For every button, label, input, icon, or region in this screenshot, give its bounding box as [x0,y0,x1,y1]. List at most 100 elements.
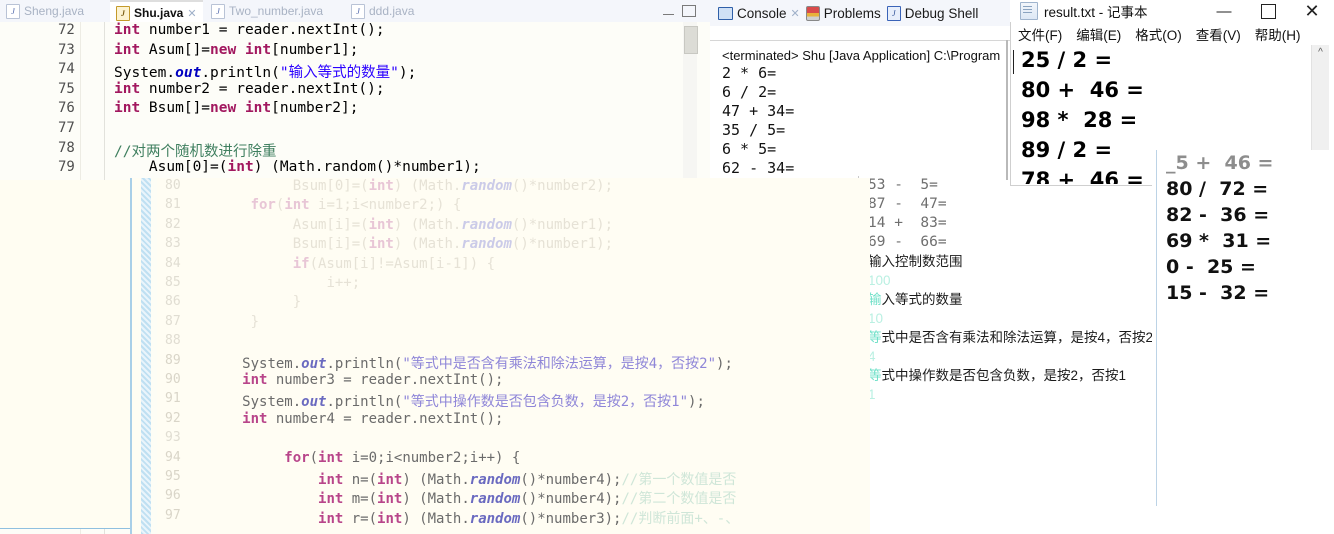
faded-code-line: 81 for(int i=1;i<number2;) { [0,197,740,217]
notepad-document-icon [1020,2,1038,20]
code-line[interactable]: 77 [0,120,710,140]
menu-file[interactable]: 文件(F) [1018,24,1062,44]
line-number: 75 [58,80,75,97]
window-controls[interactable] [663,3,707,19]
faded-line-number: 82 [165,216,181,232]
faded-code-text: System.out.println("等式中是否含有乘法和除法运算，是按4，否… [200,353,733,373]
code-text: int Asum[]=new int[number1]; [114,42,358,58]
faded-code-token: i=1;i<number2;) { [309,197,462,214]
ghost-console-equation: 69 - 66= [868,234,947,250]
faded-code-line: 82 Asum[i]=(int) (Math.random()*number1)… [0,217,740,237]
editor-scrollbar-thumb[interactable] [684,26,698,54]
faded-code-token: int [318,449,344,466]
code-token: new int [210,41,272,58]
faded-code-token: } [250,313,260,330]
faded-line-number: 90 [165,372,181,387]
ghost-prompt-range: 输入控制数范围 [868,254,963,269]
ghost-console-equation: 87 - 47= [868,196,947,212]
console-output[interactable]: 2 * 6= 6 / 2= 47 + 34= 35 / 5= 6 * 5= 62 - 34… [722,64,1012,178]
editor-tab-two_number-java[interactable]: J Two_number.java [205,0,329,22]
editor-tab-sheng-java[interactable]: J Sheng.java [0,0,90,22]
faded-code-token: ) (Math. [393,236,462,253]
ghost-value-count: 10 [868,311,884,326]
faded-code-text: Bsum[0]=(int) (Math.random()*number2); [200,178,613,194]
console-output-line: 2 * 6= [722,64,777,82]
scroll-up-arrow-icon[interactable]: ^ [1312,45,1329,61]
faded-code-token: int [242,410,268,427]
menu-help[interactable]: 帮助(H) [1255,24,1301,44]
debug-shell-icon: J [886,5,901,21]
faded-code-token: ()*number4); [520,491,622,508]
faded-code-token: i=0;i<number2;i++) { [343,449,521,466]
close-icon[interactable]: ✕ [791,7,800,20]
tab-debug-shell[interactable]: J Debug Shell [886,5,978,21]
faded-line-number: 97 [165,507,181,523]
notepad-title: result.txt - 记事本 [1044,5,1148,20]
faded-code-line: 94 for(int i=0;i<number2;i++) { [0,450,740,470]
ghost-prompt-muldiv: 等式中是否含有乘法和除法运算，是按4，否按2 [868,328,1168,347]
code-token: //对两个随机数进行除重 [114,143,277,160]
line-number: 73 [58,41,75,58]
notepad-title-bar[interactable]: result.txt - 记事本 — ✕ [1010,0,1334,22]
tab-console[interactable]: Console ✕ [718,6,800,21]
faded-code-token: random [461,216,512,233]
code-token: int [114,80,149,97]
code-line[interactable]: 76 int Bsum[]=new int[number2]; [0,100,710,120]
faded-code-line: 85 i++; [0,275,740,295]
code-line[interactable]: 74 System.out.println("输入等式的数量"); [0,61,710,81]
code-line[interactable]: 75 int number2 = reader.nextInt(); [0,81,710,101]
faded-code-text: if(Asum[i]!=Asum[i-1]) { [200,256,495,272]
code-token: number1 = reader.nextInt(); [148,22,385,38]
code-text: System.out.println("输入等式的数量"); [114,61,416,82]
minimize-button[interactable] [663,8,674,15]
editor-tab-bar: J Sheng.java J Shu.java ✕ J Two_number.java Jdd… [0,0,710,22]
faded-line-number: 92 [165,410,181,426]
faded-code-token: int [284,197,310,214]
faded-code-token: .println( [326,355,403,372]
code-token: out [175,65,202,82]
editor-tab-ddd-java[interactable]: Jddd.java [345,0,420,22]
faded-code-token: ()*number3); [520,510,622,527]
faded-code-text: int r=(int) (Math.random()*number3);//判断… [200,508,739,528]
code-line[interactable]: 79 Asum[0]=(int) (Math.random()*number1)… [0,159,710,179]
faded-code-token: random [469,510,521,527]
faded-code-text: } [200,314,259,330]
code-token: int [227,159,254,176]
code-line[interactable]: 78 //对两个随机数进行除重 [0,140,710,160]
faded-code-line: 92 int number4 = reader.nextInt(); [0,411,740,431]
faded-code-token: Bsum[i]=( [292,236,369,253]
faded-code-line: 80 Bsum[0]=(int) (Math.random()*number2)… [0,178,740,198]
faded-line-number: 91 [165,391,181,407]
java-file-icon: J [211,3,225,19]
console-output-line: 35 / 5= [722,121,786,139]
faded-code-token: int [368,216,394,233]
menu-format[interactable]: 格式(O) [1135,24,1182,44]
faded-code-token: ( [309,449,319,466]
faded-code-line: 86 } [0,294,740,314]
maximize-button[interactable] [682,5,696,17]
code-line[interactable]: 72 int number1 = reader.nextInt(); [0,22,710,42]
code-line[interactable]: 73 int Asum[]=new int[number1]; [0,42,710,62]
menu-edit[interactable]: 编辑(E) [1076,24,1121,44]
tab-problems[interactable]: Problems [805,5,881,21]
faded-line-number: 85 [165,275,181,290]
faded-code-text: for(int i=1;i<number2;) { [200,197,462,214]
faded-code-text: int n=(int) (Math.random()*number4);//第一… [200,469,736,489]
faded-code-token: for [284,449,310,466]
faded-code-text: Asum[i]=(int) (Math.random()*number1); [200,217,613,233]
code-token: Bsum[]= [148,100,211,117]
faded-code-text: for(int i=0;i<number2;i++) { [200,450,520,466]
editor-tab-shu-java[interactable]: J Shu.java ✕ [110,0,203,22]
editor-tab-label: Shu.java [134,6,184,20]
console-terminated-label: <terminated> Shu [Java Application] C:\P… [722,48,1001,63]
faded-code-token: System. [242,394,302,411]
ghost-value-muldiv: 4 [868,349,876,364]
menu-view[interactable]: 查看(V) [1196,24,1241,44]
faded-code-token: //第一个数值是否 [621,472,737,488]
close-icon[interactable]: ✕ [187,7,196,20]
faded-code-text: i++; [200,275,360,291]
